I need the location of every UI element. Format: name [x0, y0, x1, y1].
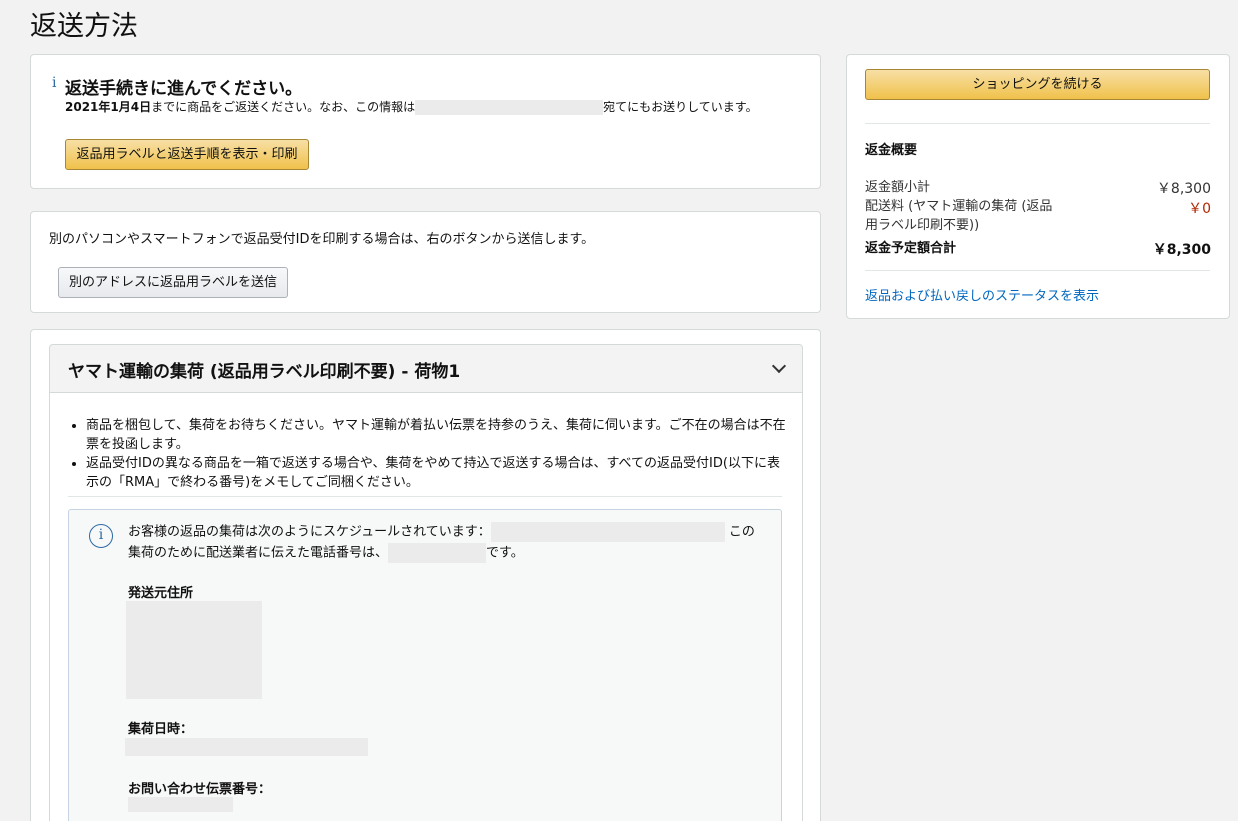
print-label-button[interactable]: 返品用ラベルと返送手順を表示・印刷 — [65, 139, 309, 170]
return-heading: 返送手続きに進んでください。 — [65, 79, 303, 99]
redacted-email — [415, 100, 604, 115]
refund-summary-panel: ショッピングを続ける 返金概要 返金額小計 ￥8,300 配送料 (ヤマト運輸の… — [846, 54, 1230, 319]
chevron-down-icon[interactable] — [771, 358, 787, 374]
divider — [865, 123, 1210, 124]
sender-address-label: 発送元住所 — [128, 586, 194, 601]
return-instructions-box: i 返送手続きに進んでください。 2021年1月4日までに商品をご返送ください。… — [30, 54, 821, 189]
instruction-list: 商品を梱包して、集荷をお待ちください。ヤマト運輸が着払い伝票を持参のうえ、集荷に… — [86, 416, 786, 492]
total-refund-label: 返金予定額合計 — [865, 241, 957, 256]
continue-shopping-button[interactable]: ショッピングを続ける — [865, 69, 1210, 100]
shipment-title: ヤマト運輸の集荷 (返品用ラベル印刷不要) - 荷物1 — [68, 362, 461, 382]
send-label-box: 別のパソコンやスマートフォンで返品受付IDを印刷する場合は、右のボタンから送信し… — [30, 211, 821, 313]
notice-text-3: 集荷のために配送業者に伝えた電話番号は、 — [128, 545, 389, 560]
redacted-phone — [388, 542, 487, 563]
return-deadline-text: 2021年1月4日までに商品をご返送ください。なお、この情報は 宛てにもお送りして… — [65, 98, 758, 115]
info-icon: i — [52, 75, 57, 91]
notice-text-4: です。 — [486, 545, 524, 560]
return-text-before: までに商品をご返送ください。なお、この情報は — [151, 100, 416, 114]
redacted-tracking-number — [128, 797, 233, 812]
shipping-fee-label-line2: 用ラベル印刷不要)) — [865, 218, 980, 233]
redacted-schedule — [490, 522, 725, 542]
shipping-fee-value: ￥0 — [1188, 201, 1211, 217]
tracking-number-label: お問い合わせ伝票番号： — [128, 782, 272, 797]
shipping-fee-label-line1: 配送料 (ヤマト運輸の集荷 (返品 — [865, 199, 1053, 214]
return-status-link[interactable]: 返品および払い戻しのステータスを表示 — [865, 285, 1099, 304]
redacted-pickup-datetime — [125, 738, 368, 756]
redacted-address — [126, 601, 262, 699]
page-title: 返送方法 — [30, 11, 138, 42]
pickup-notice: i お客様の返品の集荷は次のようにスケジュールされています： この 集荷のために… — [68, 509, 782, 821]
list-item: 商品を梱包して、集荷をお待ちください。ヤマト運輸が着払い伝票を持参のうえ、集荷に… — [86, 416, 786, 454]
return-text-after: 宛てにもお送りしています。 — [603, 100, 758, 114]
divider — [68, 496, 782, 497]
info-circle-icon: i — [89, 524, 113, 548]
pickup-notice-text: お客様の返品の集荷は次のようにスケジュールされています： この 集荷のために配送… — [128, 522, 768, 563]
divider — [865, 270, 1210, 271]
total-refund-value: ￥8,300 — [1152, 242, 1211, 258]
shipment-accordion-body: 商品を梱包して、集荷をお待ちください。ヤマト運輸が着払い伝票を持参のうえ、集荷に… — [49, 392, 803, 821]
pickup-datetime-label: 集荷日時： — [128, 722, 194, 737]
subtotal-label: 返金額小計 — [865, 180, 931, 195]
subtotal-value: ￥8,300 — [1156, 181, 1211, 197]
send-label-text: 別のパソコンやスマートフォンで返品受付IDを印刷する場合は、右のボタンから送信し… — [49, 232, 595, 247]
shipment-box: ヤマト運輸の集荷 (返品用ラベル印刷不要) - 荷物1 商品を梱包して、集荷をお… — [30, 329, 821, 821]
notice-text-1: お客様の返品の集荷は次のようにスケジュールされています： — [128, 524, 491, 540]
send-to-other-address-button[interactable]: 別のアドレスに返品用ラベルを送信 — [58, 267, 288, 298]
shipment-accordion-header[interactable]: ヤマト運輸の集荷 (返品用ラベル印刷不要) - 荷物1 — [49, 344, 803, 393]
notice-text-2: この — [728, 524, 755, 540]
return-deadline-date: 2021年1月4日 — [65, 100, 152, 114]
list-item: 返品受付IDの異なる商品を一箱で返送する場合や、集荷をやめて持込で返送する場合は… — [86, 454, 786, 492]
shipping-fee-label: 配送料 (ヤマト運輸の集荷 (返品 用ラベル印刷不要)) — [865, 197, 1052, 235]
refund-summary-heading: 返金概要 — [865, 143, 918, 158]
